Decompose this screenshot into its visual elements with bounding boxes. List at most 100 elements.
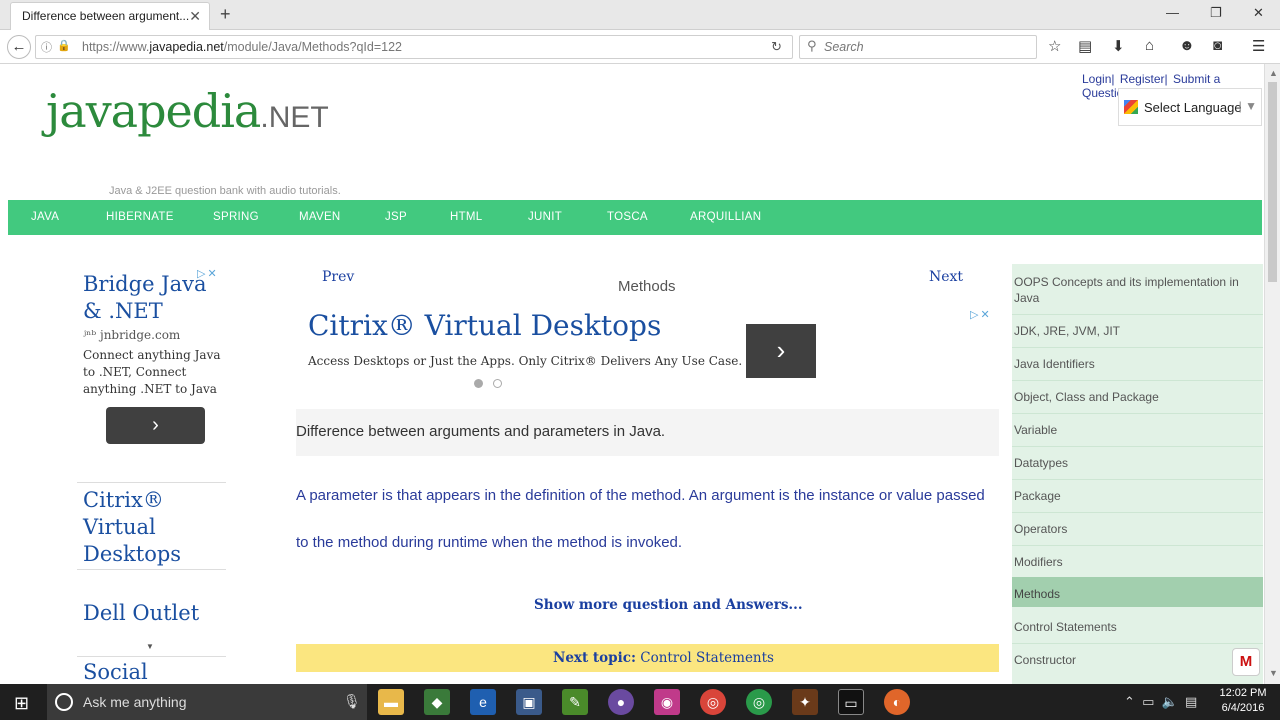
network-app-icon[interactable]: ▣ (516, 689, 542, 715)
menu-item-hibernate[interactable]: HIBERNATE (106, 211, 174, 223)
next-topic-link[interactable]: Control Statements (640, 650, 774, 666)
scroll-up-icon[interactable]: ▲ (1269, 68, 1278, 78)
internet-explorer-icon[interactable]: e (470, 689, 496, 715)
cortana-search[interactable]: Ask me anything 🎙 (47, 684, 367, 720)
sidebar-item-oops[interactable]: OOPS Concepts and its implementation in … (1012, 274, 1263, 306)
page-scrollbar[interactable]: ▲ ▼ (1264, 64, 1280, 684)
chat-icon[interactable]: ☻ (1179, 37, 1195, 54)
game-app-icon[interactable]: ✦ (792, 689, 818, 715)
url-bar[interactable]: ⓘ 🔒 https://www.javapedia.net/module/Jav… (35, 35, 793, 59)
left-ad-domain[interactable]: ʲⁿᵇ jnbridge.com (83, 328, 180, 342)
close-tab-icon[interactable]: ✕ (189, 8, 201, 25)
sidebar-item-modifiers[interactable]: Modifiers (1012, 554, 1263, 570)
new-tab-icon[interactable]: + (220, 4, 231, 25)
tab-title: Difference between argument... (22, 9, 190, 23)
back-icon[interactable]: ← (7, 35, 31, 59)
menu-item-tosca[interactable]: TOSCA (607, 211, 648, 223)
question-text: Difference between arguments and paramet… (296, 423, 666, 440)
carousel-dot[interactable] (493, 379, 502, 388)
sidebar-item-operators[interactable]: Operators (1012, 521, 1263, 537)
sidebar-item-methods[interactable]: Methods (1012, 577, 1263, 607)
url-path: /module/Java/Methods?qId=122 (223, 40, 403, 54)
logo-main: javapedia (46, 84, 261, 138)
menu-item-junit[interactable]: JUNIT (528, 211, 562, 223)
sidebar-divider (1012, 512, 1263, 513)
prev-link[interactable]: Prev (322, 269, 354, 285)
sidebar-item-object-class[interactable]: Object, Class and Package (1012, 389, 1263, 405)
chrome-icon[interactable]: ◎ (746, 689, 772, 715)
chevron-down-icon: | ▼ (1238, 99, 1257, 113)
file-explorer-icon[interactable]: ▬ (378, 689, 404, 715)
left-ad-text: Connect anything Java to .NET, Connect a… (83, 348, 221, 396)
carousel-dot-active[interactable] (474, 379, 483, 388)
site-logo[interactable]: javapedia.NET (46, 84, 329, 138)
chevron-right-icon: › (152, 414, 159, 436)
menu-item-java[interactable]: JAVA (31, 211, 59, 223)
menu-item-spring[interactable]: SPRING (213, 211, 259, 223)
login-link[interactable]: Login| (1082, 72, 1114, 86)
reload-icon[interactable]: ↻ (771, 39, 782, 55)
system-tray[interactable]: ⌃ ▭ 🔈 ▤ (1124, 694, 1197, 710)
chrome-icon[interactable]: ◎ (700, 689, 726, 715)
side-ad-link[interactable]: Citrix® Virtual Desktops (77, 482, 226, 568)
microphone-icon[interactable]: 🎙 (343, 693, 361, 710)
register-link[interactable]: Register| (1120, 72, 1168, 86)
taskbar-clock[interactable]: 12:02 PM 6/4/2016 (1218, 686, 1268, 716)
restore-icon[interactable]: ❐ (1210, 5, 1222, 21)
sidebar-item-datatypes[interactable]: Datatypes (1012, 455, 1263, 471)
hamburger-menu-icon[interactable]: ☰ (1252, 37, 1265, 55)
next-topic-bar: Next topic: Control Statements (296, 644, 999, 672)
chevron-down-icon[interactable]: ▼ (146, 642, 154, 651)
notepad-icon[interactable]: ✎ (562, 689, 588, 715)
side-ad-link[interactable]: Social (77, 656, 226, 684)
language-select[interactable]: Select Language | ▼ (1118, 88, 1262, 126)
lock-icon[interactable]: 🔒 (57, 39, 71, 52)
sidebar-item-identifiers[interactable]: Java Identifiers (1012, 356, 1263, 372)
menu-item-jsp[interactable]: JSP (385, 211, 407, 223)
center-ad-arrow-button[interactable]: › (746, 324, 816, 378)
bookmark-star-icon[interactable]: ☆ (1048, 37, 1061, 55)
show-more-link[interactable]: Show more question and Answers... (534, 597, 803, 613)
browser-tab[interactable]: Difference between argument... ✕ (10, 2, 210, 30)
eclipse-icon[interactable]: ● (608, 689, 634, 715)
reading-list-icon[interactable]: ▤ (1078, 37, 1092, 55)
download-icon[interactable]: ⬇ (1112, 37, 1125, 55)
sidebar-divider (1012, 380, 1263, 381)
adchoices-icon[interactable]: ▷✕ (197, 267, 219, 280)
menu-item-html[interactable]: HTML (450, 211, 483, 223)
question-box: Difference between arguments and paramet… (296, 409, 999, 456)
left-ad-domain-text: jnbridge.com (99, 328, 181, 342)
sidebar-item-package[interactable]: Package (1012, 488, 1263, 504)
center-ad-title[interactable]: Citrix® Virtual Desktops (308, 309, 661, 342)
sidebar-divider (1012, 347, 1263, 348)
info-icon[interactable]: ⓘ (41, 39, 52, 55)
sidebar-item-control-statements[interactable]: Control Statements (1012, 619, 1263, 635)
home-icon[interactable]: ⌂ (1145, 37, 1154, 54)
next-topic-label: Next topic: (553, 650, 636, 666)
sidebar-item-jdk[interactable]: JDK, JRE, JVM, JIT (1012, 323, 1263, 339)
cortana-search-text: Ask me anything (83, 694, 187, 710)
next-link[interactable]: Next (929, 269, 963, 285)
media-app-icon[interactable]: ◉ (654, 689, 680, 715)
menu-item-arquillian[interactable]: ARQUILLIAN (690, 211, 761, 223)
terminal-icon[interactable]: ▭ (838, 689, 864, 715)
sidebar-item-variable[interactable]: Variable (1012, 422, 1263, 438)
firefox-icon[interactable]: ◐ (884, 689, 910, 715)
menu-item-maven[interactable]: MAVEN (299, 211, 341, 223)
store-icon[interactable]: ◆ (424, 689, 450, 715)
scroll-down-icon[interactable]: ▼ (1269, 668, 1278, 678)
adchoices-icon[interactable]: ▷✕ (970, 308, 992, 321)
close-window-icon[interactable]: ✕ (1253, 5, 1264, 21)
mcafee-icon[interactable]: M (1232, 648, 1260, 676)
left-ad-arrow-button[interactable]: › (106, 407, 205, 444)
pocket-icon[interactable]: ◙ (1213, 37, 1222, 54)
sidebar-divider (1012, 413, 1263, 414)
sidebar-item-constructor[interactable]: Constructor (1012, 652, 1263, 668)
minimize-icon[interactable]: — (1166, 5, 1179, 20)
browser-nav-bar: ← ⓘ 🔒 https://www.javapedia.net/module/J… (0, 30, 1280, 64)
scroll-thumb[interactable] (1268, 82, 1277, 282)
answer-text: A parameter is that appears in the defin… (296, 487, 985, 551)
cortana-icon (55, 693, 73, 711)
windows-start-icon[interactable]: ⊞ (14, 693, 29, 714)
search-input[interactable]: ⚲ Search (799, 35, 1037, 59)
